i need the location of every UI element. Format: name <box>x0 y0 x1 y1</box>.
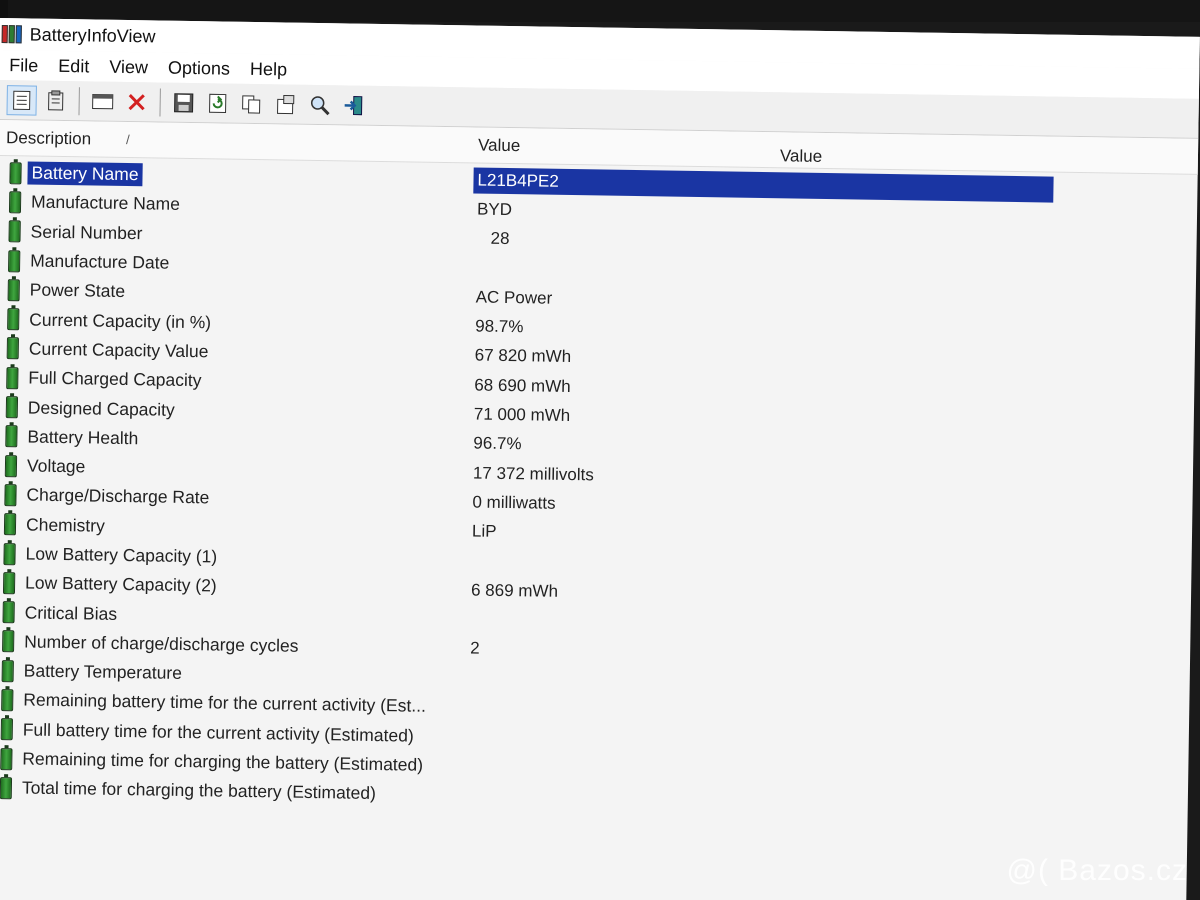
save-button[interactable] <box>168 87 198 117</box>
item-value: 2 <box>470 638 480 659</box>
battery-icon <box>9 161 22 184</box>
item-description: Current Capacity Value <box>28 338 209 362</box>
item-description: Charge/Discharge Rate <box>26 484 210 508</box>
item-description: Battery Name <box>27 161 143 187</box>
column-header-value-2[interactable]: Value <box>780 146 823 167</box>
battery-icon <box>4 484 17 507</box>
item-value: 98.7% <box>475 316 524 337</box>
column-header-description[interactable]: Description <box>6 128 91 149</box>
item-description: Manufacture Name <box>30 191 181 215</box>
delete-button[interactable] <box>121 86 151 116</box>
find-icon <box>310 95 330 115</box>
battery-icon <box>8 249 21 272</box>
item-description: Battery Temperature <box>23 660 183 684</box>
properties-button[interactable] <box>270 89 300 119</box>
item-value: 68 690 mWh <box>474 375 571 396</box>
save-icon <box>174 92 194 113</box>
item-description: Voltage <box>26 455 86 477</box>
item-value: L21B4PE2 <box>477 170 559 191</box>
refresh-button[interactable] <box>202 88 232 118</box>
battery-icon <box>6 337 19 360</box>
battery-icon <box>7 278 20 302</box>
delete-icon <box>128 93 145 110</box>
item-value: AC Power <box>475 287 553 308</box>
item-description: Manufacture Date <box>30 250 170 273</box>
battery-icon <box>3 542 16 565</box>
item-value: 71 000 mWh <box>473 404 571 426</box>
html-report-button[interactable] <box>87 86 117 116</box>
item-value: 0 milliwatts <box>472 492 556 513</box>
battery-icon <box>2 571 16 595</box>
item-value: BYD <box>476 199 513 220</box>
item-description: Number of charge/discharge cycles <box>24 631 299 656</box>
item-description: Power State <box>29 279 126 302</box>
item-value: 67 820 mWh <box>474 345 572 367</box>
battery-icon <box>2 601 15 624</box>
item-value: 96.7% <box>473 433 522 454</box>
item-description: Low Battery Capacity (2) <box>24 572 217 596</box>
monitor-bezel-top <box>0 0 1200 22</box>
item-value: 28 <box>490 228 510 249</box>
item-description: Remaining battery time for the current a… <box>23 689 427 717</box>
copy-button[interactable] <box>236 88 266 118</box>
battery-icon <box>5 396 19 419</box>
battery-icon <box>1 689 14 712</box>
copy-icon <box>242 94 261 114</box>
battery-info-list: Battery Name L21B4PE2 Manufacture Name BYD… <box>0 156 1198 821</box>
item-description: Full battery time for the current activi… <box>22 719 414 746</box>
menu-edit[interactable]: Edit <box>50 53 97 79</box>
item-description: Current Capacity (in %) <box>29 309 212 332</box>
toolbar-separator <box>159 88 161 117</box>
app-window: BatteryInfoView File Edit View Options H… <box>0 18 1200 900</box>
properties-icon <box>277 94 295 114</box>
sort-indicator-icon: / <box>125 131 130 148</box>
item-value: 6 869 mWh <box>470 580 559 601</box>
battery-icon <box>8 191 22 214</box>
battery-icon <box>5 425 18 448</box>
item-description: Remaining time for charging the battery … <box>22 748 424 775</box>
html-report-icon <box>92 93 114 109</box>
details-view-icon <box>13 90 31 110</box>
find-button[interactable] <box>304 89 334 119</box>
battery-icon <box>3 513 17 536</box>
toolbar-separator <box>78 86 80 115</box>
report-view-icon <box>48 89 64 111</box>
battery-icon <box>1 659 14 682</box>
item-description: Serial Number <box>30 221 143 243</box>
battery-icon <box>0 776 13 800</box>
item-description: Critical Bias <box>24 602 118 624</box>
details-view-button[interactable] <box>6 84 37 116</box>
watermark: @( Bazos.cz <box>1006 854 1188 887</box>
report-view-button[interactable] <box>40 85 70 115</box>
exit-icon <box>344 95 363 115</box>
item-description: Battery Health <box>27 426 139 449</box>
menu-options[interactable]: Options <box>160 55 238 81</box>
refresh-icon <box>209 93 227 113</box>
battery-icon <box>4 454 18 477</box>
battery-icon <box>0 747 13 770</box>
battery-icon <box>7 308 20 331</box>
item-description: Chemistry <box>25 514 105 536</box>
menu-file[interactable]: File <box>1 53 46 79</box>
exit-button[interactable] <box>338 90 368 120</box>
window-title: BatteryInfoView <box>29 23 156 46</box>
menu-view[interactable]: View <box>101 54 156 80</box>
menu-help[interactable]: Help <box>242 56 295 82</box>
battery-icon <box>8 220 21 243</box>
battery-icon <box>6 366 19 390</box>
item-description: Full Charged Capacity <box>28 367 202 391</box>
item-value: 17 372 millivolts <box>472 463 595 484</box>
item-description: Designed Capacity <box>27 397 175 420</box>
item-description: Total time for charging the battery (Est… <box>21 777 377 804</box>
battery-icon <box>2 630 15 653</box>
item-value: LiP <box>471 521 497 542</box>
column-header-value[interactable]: Value <box>478 136 521 157</box>
battery-icon <box>0 718 13 741</box>
item-description: Low Battery Capacity (1) <box>25 543 218 567</box>
app-icon <box>1 25 22 44</box>
